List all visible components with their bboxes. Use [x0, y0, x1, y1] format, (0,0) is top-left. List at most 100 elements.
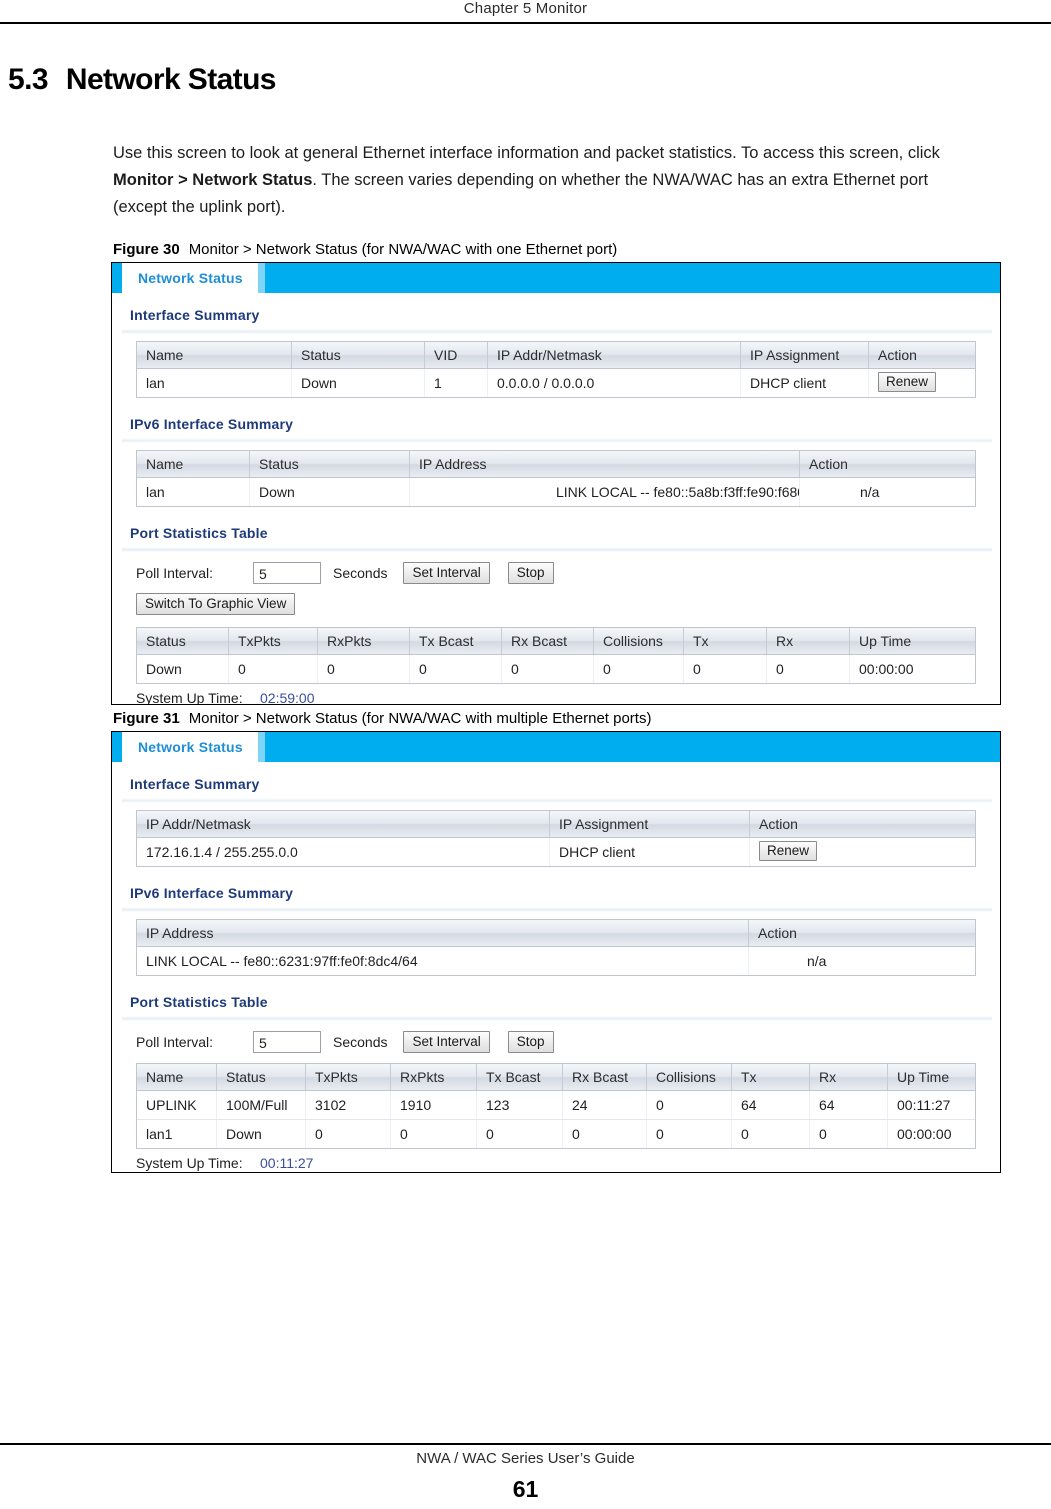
poll-interval-label: Poll Interval: [136, 565, 214, 581]
cell-txpkts: 0 [306, 1120, 391, 1148]
menu-path-bold: Monitor > Network Status [113, 171, 313, 189]
table-row: Down 0 0 0 0 0 0 0 00:00:00 [137, 655, 975, 683]
system-uptime-label: System Up Time: [136, 1155, 243, 1171]
figure-30-screenshot: Network Status Interface Summary Name St… [111, 262, 1001, 705]
table-row: 172.16.1.4 / 255.255.0.0 DHCP client Ren… [137, 838, 975, 866]
figure-31-panel-body: Interface Summary IP Addr/Netmask IP Ass… [112, 762, 1000, 1172]
table-header-row: Name Status TxPkts RxPkts Tx Bcast Rx Bc… [137, 1064, 975, 1091]
set-interval-button[interactable]: Set Interval [403, 562, 490, 584]
cell-tx: 0 [732, 1120, 810, 1148]
interface-summary-table: IP Addr/Netmask IP Assignment Action 172… [136, 810, 976, 867]
cell-up-time: 00:11:27 [897, 1097, 951, 1113]
col-header-collisions: Collisions [647, 1064, 732, 1090]
poll-interval-row: Poll Interval: 5 Seconds Set Interval St… [112, 552, 1000, 584]
col-header-up-time: Up Time [897, 1069, 950, 1085]
header-divider [0, 22, 1051, 24]
figure-31-tabbar: Network Status [112, 732, 1000, 762]
cell-status: Down [292, 369, 425, 397]
table-header-row: IP Address Action [137, 920, 975, 947]
cell-rx-bcast: 0 [563, 1120, 647, 1148]
section-number: 5.3 [8, 63, 49, 96]
col-header-action: Action [759, 816, 798, 832]
set-interval-button[interactable]: Set Interval [403, 1031, 490, 1053]
panel-bottom-spacer [112, 1171, 1000, 1172]
port-statistics-label: Port Statistics Table [130, 994, 268, 1010]
page-title: 5.3 Network Status [8, 63, 276, 97]
section-title: Network Status [65, 63, 277, 96]
interface-summary-label: Interface Summary [130, 776, 260, 792]
poll-interval-label: Poll Interval: [136, 1034, 214, 1050]
tabbar-filler [265, 263, 1000, 293]
footer-divider [0, 1443, 1051, 1445]
col-header-action: Action [809, 456, 848, 472]
col-header-tx: Tx [732, 1064, 810, 1090]
cell-name: lan [137, 369, 292, 397]
cell-rx: 0 [767, 655, 850, 683]
ipv6-interface-summary-table: IP Address Action LINK LOCAL -- fe80::62… [136, 919, 976, 976]
system-uptime-value: 00:11:27 [260, 1155, 314, 1171]
col-header-txpkts: TxPkts [306, 1064, 391, 1090]
interface-summary-table: Name Status VID IP Addr/Netmask IP Assig… [136, 341, 976, 398]
col-header-ip-addr-netmask: IP Addr/Netmask [137, 811, 550, 837]
cell-collisions: 0 [647, 1091, 732, 1119]
switch-to-graphic-view-button[interactable]: Switch To Graphic View [136, 593, 296, 615]
cell-ip-address: LINK LOCAL -- fe80::6231:97ff:fe0f:8dc4/… [137, 947, 749, 975]
port-statistics-table: Status TxPkts RxPkts Tx Bcast Rx Bcast C… [136, 627, 976, 684]
ipv6-interface-summary-label: IPv6 Interface Summary [130, 885, 294, 901]
poll-interval-input[interactable]: 5 [253, 562, 321, 584]
cell-rx: 0 [810, 1120, 888, 1148]
col-header-vid: VID [425, 342, 488, 368]
ipv6-interface-summary-divider [122, 438, 992, 443]
cell-ip-assignment: DHCP client [550, 838, 750, 866]
col-header-tx-bcast: Tx Bcast [410, 628, 502, 654]
ipv6-interface-summary-table: Name Status IP Address Action lan Down L… [136, 450, 976, 507]
tabbar-left-gap [112, 732, 122, 762]
interface-summary-divider [122, 329, 992, 334]
cell-collisions: 0 [594, 655, 684, 683]
col-header-status: Status [292, 342, 425, 368]
cell-rxpkts: 1910 [391, 1091, 477, 1119]
table-row: LINK LOCAL -- fe80::6231:97ff:fe0f:8dc4/… [137, 947, 975, 975]
cell-tx-bcast: 0 [410, 655, 502, 683]
system-uptime-label: System Up Time: [136, 690, 243, 705]
figure-30-tabbar: Network Status [112, 263, 1000, 293]
ipv6-interface-summary-divider [122, 907, 992, 912]
col-header-txpkts: TxPkts [229, 628, 318, 654]
cell-ip-addr-netmask: 0.0.0.0 / 0.0.0.0 [488, 369, 741, 397]
system-uptime-row: System Up Time: 00:11:27 [112, 1149, 1000, 1171]
seconds-label: Seconds [333, 1034, 388, 1050]
poll-interval-input[interactable]: 5 [253, 1031, 321, 1053]
system-uptime-row: System Up Time: 02:59:00 [112, 684, 1000, 705]
cell-status: Down [217, 1120, 306, 1148]
stop-button[interactable]: Stop [507, 1031, 554, 1053]
col-header-rx: Rx [767, 628, 850, 654]
stop-button[interactable]: Stop [507, 562, 554, 584]
cell-name: UPLINK [137, 1091, 217, 1119]
interface-summary-divider [122, 798, 992, 803]
col-header-rxpkts: RxPkts [391, 1064, 477, 1090]
cell-txpkts: 0 [229, 655, 318, 683]
tab-network-status[interactable]: Network Status [122, 263, 258, 293]
col-header-action: Action [878, 347, 917, 363]
seconds-label: Seconds [333, 565, 388, 581]
poll-interval-row: Poll Interval: 5 Seconds Set Interval St… [112, 1021, 1000, 1053]
tabbar-filler [265, 732, 1000, 762]
renew-button[interactable]: Renew [878, 372, 937, 392]
intro-paragraph: Use this screen to look at general Ether… [113, 140, 975, 221]
cell-vid: 1 [425, 369, 488, 397]
figure-30-panel-body: Interface Summary Name Status VID IP Add… [112, 293, 1000, 705]
footer-title: NWA / WAC Series User’s Guide [416, 1450, 635, 1467]
cell-collisions: 0 [647, 1120, 732, 1148]
tab-network-status[interactable]: Network Status [122, 732, 258, 762]
col-header-action: Action [758, 925, 797, 941]
page-header: Chapter 5 Monitor [463, 0, 588, 17]
table-row: lan Down LINK LOCAL -- fe80::5a8b:f3ff:f… [137, 478, 975, 506]
cell-tx: 0 [684, 655, 767, 683]
port-statistics-label: Port Statistics Table [130, 525, 268, 541]
renew-button[interactable]: Renew [759, 841, 818, 861]
cell-tx: 64 [732, 1091, 810, 1119]
col-header-ip-addr-netmask: IP Addr/Netmask [488, 342, 741, 368]
table-row: lan1 Down 0 0 0 0 0 0 0 00:00:00 [137, 1120, 975, 1148]
col-header-status: Status [217, 1064, 306, 1090]
cell-up-time: 00:00:00 [897, 1126, 952, 1142]
